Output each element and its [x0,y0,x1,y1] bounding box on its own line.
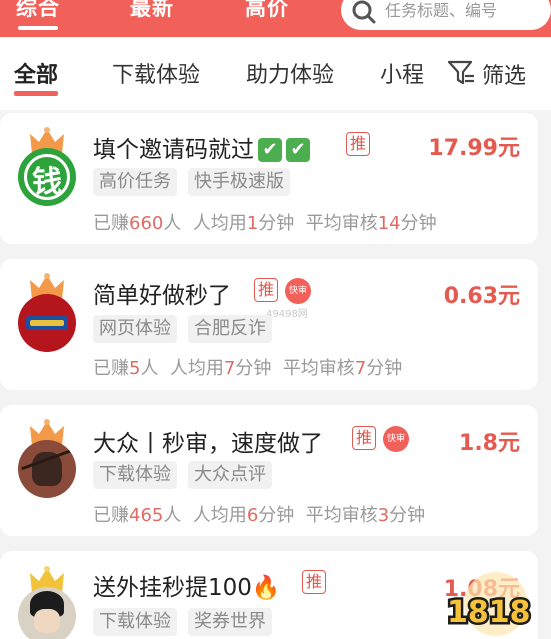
task-stats: 已赚465人 人均用6分钟 平均审核3分钟 [93,505,426,526]
filter-icon [447,60,474,85]
search-input[interactable] [385,0,545,20]
task-title: 填个邀请码就过 ✔ ✔ [93,130,310,164]
task-title: 大众丨秒审，速度做了 [93,431,323,457]
task-card[interactable]: 简单好做秒了 推 快审 49498网 0.63元 网页体验 合肥反诈 已赚5人 … [0,259,538,390]
sort-tab-comprehensive[interactable]: 综合 [16,0,60,30]
avatar [18,440,76,498]
task-reward: 17.99元 [428,136,520,161]
category-tab-bar: 全部 下载体验 助力体验 小程 筛选 [0,37,551,110]
avatar [18,587,76,639]
task-stats: 已赚660人 人均用1分钟 平均审核14分钟 [93,213,437,234]
fire-icon: 🔥 [251,575,281,601]
avatar-text: 钱 [32,165,62,200]
task-card[interactable]: 大众丨秒审，速度做了 推 快审 1.8元 下载体验 大众点评 已赚465人 人均… [0,405,538,536]
recommend-badge: 推 [302,570,326,594]
tab-download-experience[interactable]: 下载体验 [112,57,200,89]
task-tag: 快手极速版 [188,168,290,196]
check-mark-icon: ✔ [286,138,310,162]
task-title: 送外挂秒提100🔥 [93,568,281,602]
fast-review-badge: 快审 [383,426,409,452]
recommend-badge: 推 [346,132,370,156]
sort-tab-latest[interactable]: 最新 [130,0,174,22]
watermark: 49498网 [266,309,308,320]
search-box[interactable] [341,0,551,30]
task-stats: 已赚5人 人均用7分钟 平均审核7分钟 [93,358,403,379]
task-tag: 下载体验 [93,461,177,489]
task-tag: 大众点评 [188,461,272,489]
task-reward: 0.63元 [443,284,520,309]
recommend-badge: 推 [352,426,376,450]
recommend-badge: 推 [254,278,278,302]
tab-mini-program[interactable]: 小程 [380,57,426,91]
task-tag: 合肥反诈 [188,315,272,343]
avatar: 钱 [18,148,76,206]
top-sort-bar: 综合 最新 高价 [0,0,551,37]
sort-tab-high-price[interactable]: 高价 [245,0,289,22]
task-card[interactable]: 钱 填个邀请码就过 ✔ ✔ 推 17.99元 高价任务 快手极速版 已赚660人 人… [0,113,538,244]
filter-label: 筛选 [482,64,527,89]
tab-assist-experience[interactable]: 助力体验 [246,57,334,89]
svg-text:1818: 1818 [447,595,531,630]
task-tag: 高价任务 [93,168,177,196]
tab-all[interactable]: 全部 [14,57,59,96]
avatar [18,294,76,352]
task-title-text: 填个邀请码就过 [93,137,254,163]
task-title-text: 送外挂秒提100 [93,575,252,601]
task-tag: 下载体验 [93,608,177,636]
check-mark-icon: ✔ [258,138,282,162]
fast-review-badge: 快审 [285,278,311,304]
search-icon [352,0,376,24]
site-logo-icon: 1818 1818 [445,572,533,636]
task-reward: 1.8元 [459,431,520,456]
task-tag: 网页体验 [93,315,177,343]
task-tag: 奖券世界 [188,608,272,636]
tab-mini-program-label: 小程 [380,63,425,88]
task-title: 简单好做秒了 [93,283,231,309]
